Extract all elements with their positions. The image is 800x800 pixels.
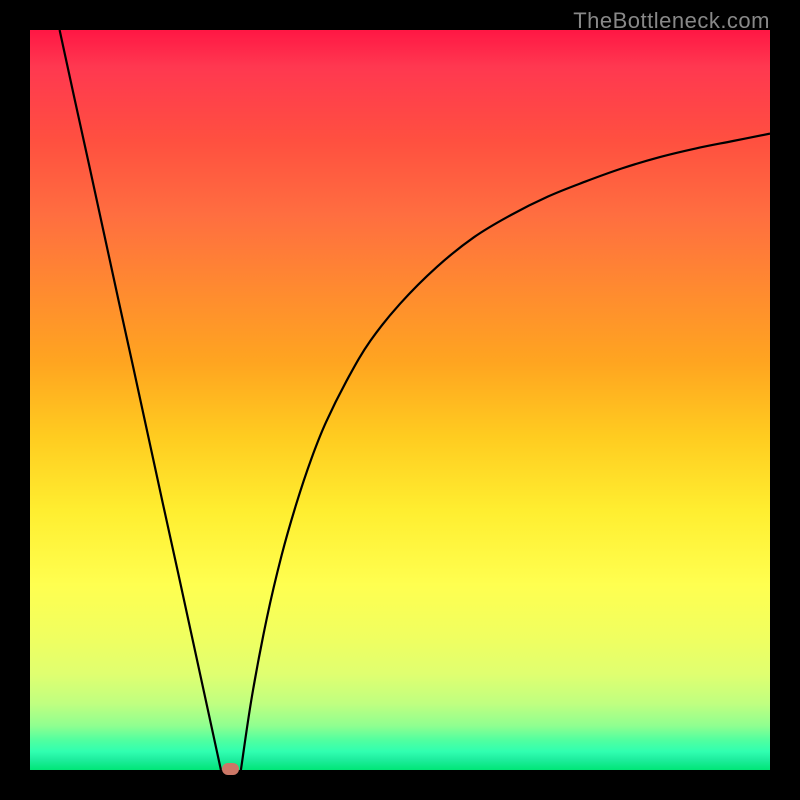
bottleneck-marker: [222, 763, 238, 775]
curve-right-branch: [241, 134, 770, 770]
chart-plot-area: [30, 30, 770, 770]
curve-left-branch: [60, 30, 221, 770]
curve-svg: [30, 30, 770, 770]
